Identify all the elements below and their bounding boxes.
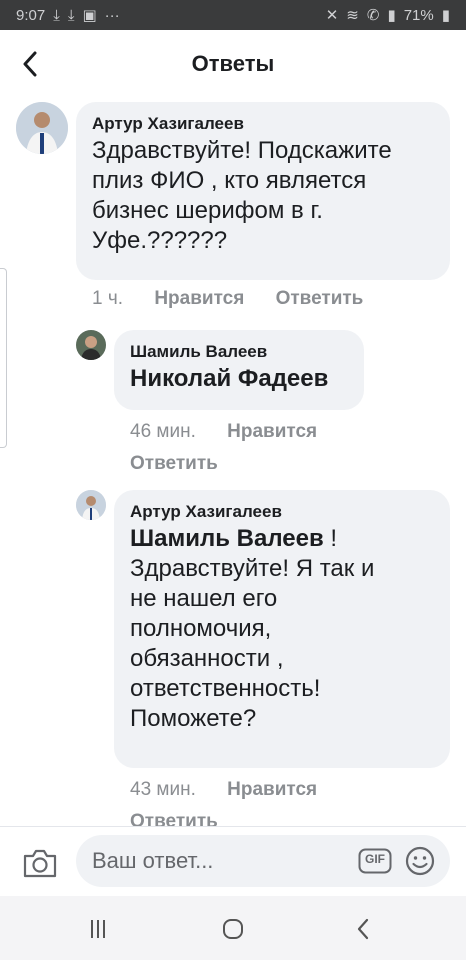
comment-first-line: Шамиль Валеев ! xyxy=(130,524,434,554)
comment-time: 1 ч. xyxy=(92,288,124,309)
like-button[interactable]: Нравится xyxy=(227,779,317,800)
back-button[interactable] xyxy=(14,48,46,80)
battery-level: 71% xyxy=(403,6,434,24)
comment-text-line: полномочия, xyxy=(130,615,272,642)
camera-button[interactable] xyxy=(22,847,58,879)
back-arrow-icon xyxy=(23,51,37,77)
comment-author[interactable]: Шамиль Валеев xyxy=(130,340,348,364)
comment-text-line: плиз ФИО , кто является xyxy=(92,167,367,194)
avatar[interactable] xyxy=(16,102,68,154)
avatar[interactable] xyxy=(76,330,106,360)
wifi-icon: ≋ xyxy=(346,7,359,24)
comment-text-line: Здравствуйте! Подскажите xyxy=(92,137,392,164)
status-time: 9:07 xyxy=(16,6,46,24)
emoji-icon xyxy=(405,846,435,876)
app-header: Ответы xyxy=(0,30,466,98)
image-icon: ▣ xyxy=(82,7,97,24)
more-dots-icon: ··· xyxy=(104,6,120,24)
person-avatar-icon xyxy=(76,490,106,520)
download-icon: ⤓ xyxy=(53,6,60,24)
camera-icon xyxy=(23,849,57,878)
comment-bubble: Артур Хазигалеев Здравствуйте! Подскажит… xyxy=(76,102,450,280)
comment-text-line: обязанности , xyxy=(130,645,284,672)
battery-icon: ▮ xyxy=(441,7,450,24)
home-icon xyxy=(223,919,243,939)
avatar[interactable] xyxy=(76,490,106,520)
comment-author[interactable]: Артур Хазигалеев xyxy=(92,112,434,136)
comment-text-line: бизнес шерифом в г. xyxy=(92,197,323,224)
comment-bubble: Артур Хазигалеев Шамиль Валеев ! Здравст… xyxy=(114,490,450,768)
comment-text-line: Уфе.?????? xyxy=(92,227,228,254)
status-bar: 9:07 ⤓ ⤓ ▣ ··· ✕ ≋ ✆ ▮ 71% ▮ xyxy=(0,0,466,30)
call-icon: ✆ xyxy=(366,7,380,24)
back-icon xyxy=(357,918,369,940)
gif-button[interactable]: GIF xyxy=(358,848,392,874)
comment-time: 43 мин. xyxy=(130,779,196,800)
comment-text-line: не нашел его xyxy=(130,585,278,612)
download-user-icon: ⤓ xyxy=(67,6,75,24)
reply-button[interactable]: Ответить xyxy=(130,453,218,474)
like-button[interactable]: Нравится xyxy=(154,288,244,309)
comment-text-line: Здравствуйте! Я так и xyxy=(130,555,375,582)
reply-composer: GIF xyxy=(0,827,466,895)
recent-apps-button[interactable] xyxy=(78,916,118,942)
comment-bubble: Шамиль Валеев Николай Фадеев xyxy=(114,330,364,410)
mention-link[interactable]: Николай Фадеев xyxy=(130,365,328,392)
person-avatar-icon xyxy=(16,102,68,154)
reply-input[interactable] xyxy=(76,835,450,887)
gif-label: GIF xyxy=(365,852,385,866)
recent-apps-icon xyxy=(91,920,105,938)
comment-meta: 1 ч. Нравится Ответить xyxy=(92,288,389,310)
mute-icon: ✕ xyxy=(325,7,339,24)
system-nav-bar xyxy=(0,896,466,960)
edge-panel-handle[interactable] xyxy=(0,268,7,448)
comment-author[interactable]: Артур Хазигалеев xyxy=(130,500,434,524)
mention-link[interactable]: Шамиль Валеев xyxy=(130,525,324,552)
page-title: Ответы xyxy=(191,51,275,76)
like-button[interactable]: Нравится xyxy=(227,421,317,442)
nav-back-button[interactable] xyxy=(343,916,383,942)
emoji-button[interactable] xyxy=(404,845,436,877)
comment-meta: 46 мин. Нравится Ответить xyxy=(130,416,410,480)
home-button[interactable] xyxy=(213,916,253,942)
person-avatar-icon xyxy=(76,330,106,360)
reply-button[interactable]: Ответить xyxy=(276,288,364,309)
signal-icon: ▮ xyxy=(387,7,396,24)
comment-text-fragment: ! xyxy=(323,525,338,552)
comment-text-line: ответственность! xyxy=(130,675,321,702)
comment-text-line: Поможете? xyxy=(130,705,257,732)
comment-time: 46 мин. xyxy=(130,421,196,442)
